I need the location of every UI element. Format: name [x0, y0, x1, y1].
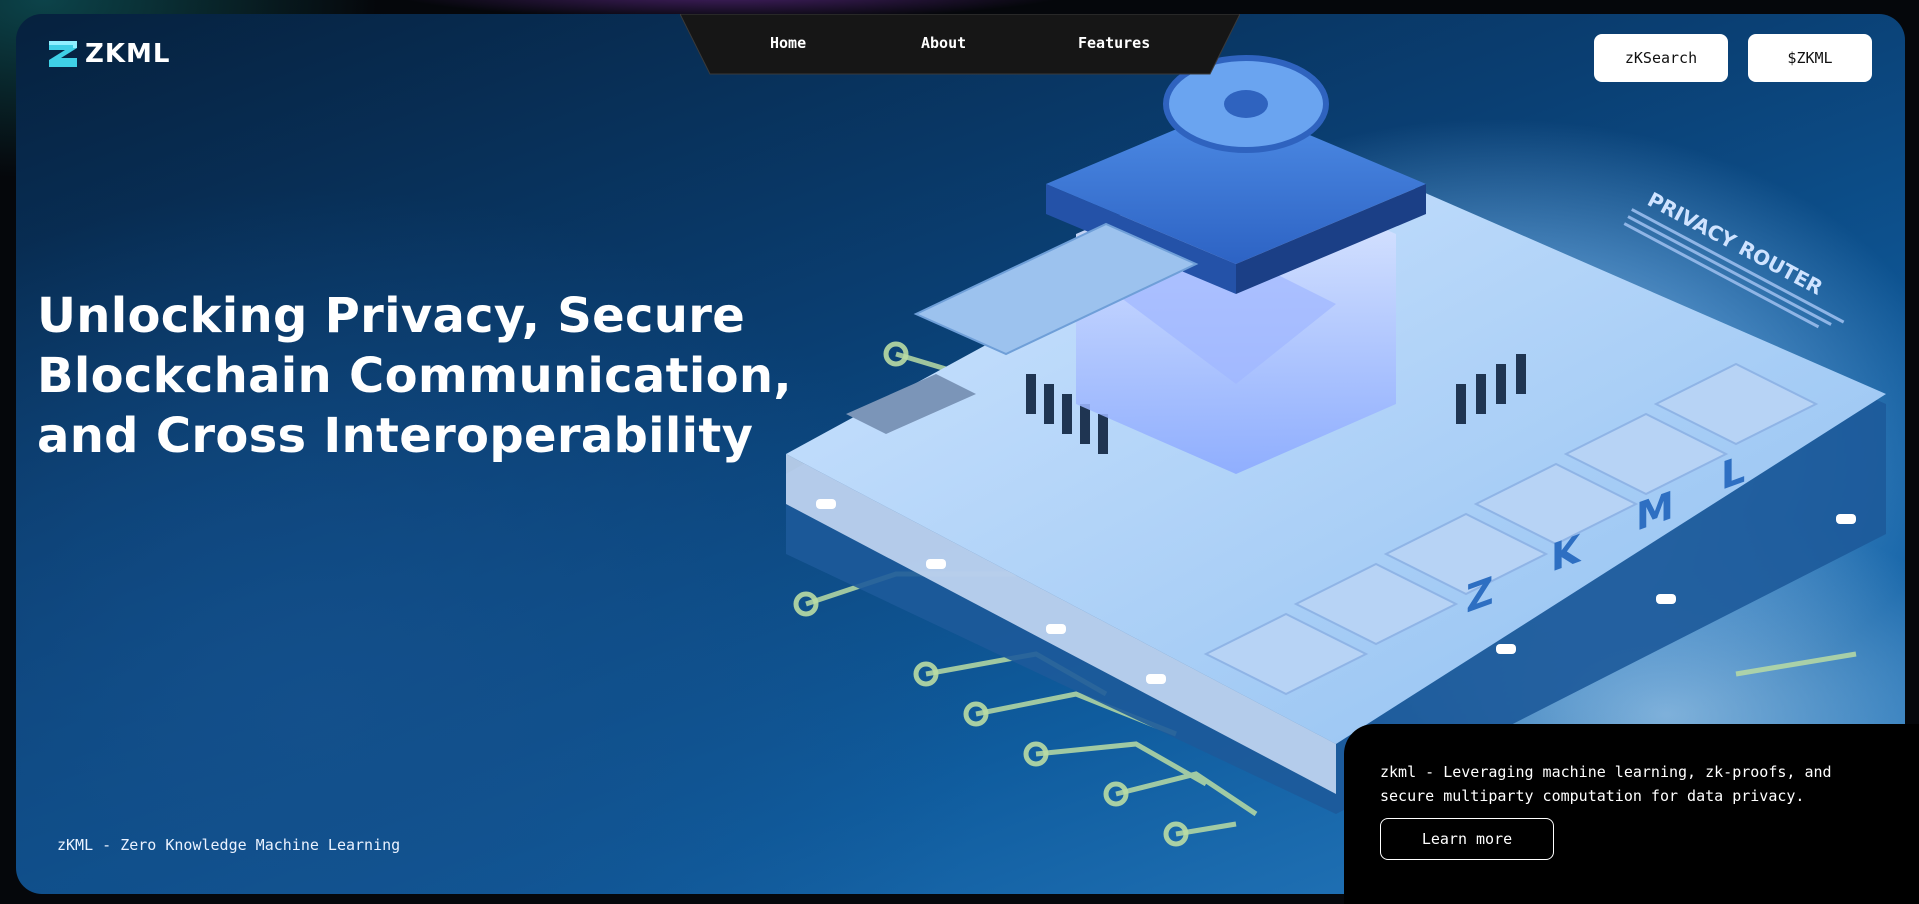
token-button[interactable]: $ZKML [1748, 34, 1872, 82]
top-nav: Home About Features [680, 14, 1240, 76]
learn-more-button[interactable]: Learn more [1380, 818, 1554, 860]
svg-text:L: L [1721, 447, 1745, 499]
brand-name: ZKML [85, 39, 171, 69]
nav-link-home[interactable]: Home [770, 34, 806, 52]
headline-line: and Cross Interoperability [37, 408, 754, 464]
headline-line: Blockchain Communication, [37, 348, 792, 404]
logo-mark-icon [49, 41, 77, 67]
headline-line: Unlocking Privacy, Secure [37, 288, 746, 344]
hero-headline: Unlocking Privacy, Secure Blockchain Com… [37, 286, 837, 466]
nav-link-about[interactable]: About [921, 34, 966, 52]
brand-logo[interactable]: ZKML [47, 38, 170, 70]
zksearch-button[interactable]: zKSearch [1594, 34, 1728, 82]
info-card: zkml - Leveraging machine learning, zk-p… [1344, 724, 1919, 904]
info-card-text: zkml - Leveraging machine learning, zk-p… [1380, 763, 1832, 805]
hero-tagline: zKML - Zero Knowledge Machine Learning [57, 836, 401, 854]
nav-link-features[interactable]: Features [1078, 34, 1150, 52]
